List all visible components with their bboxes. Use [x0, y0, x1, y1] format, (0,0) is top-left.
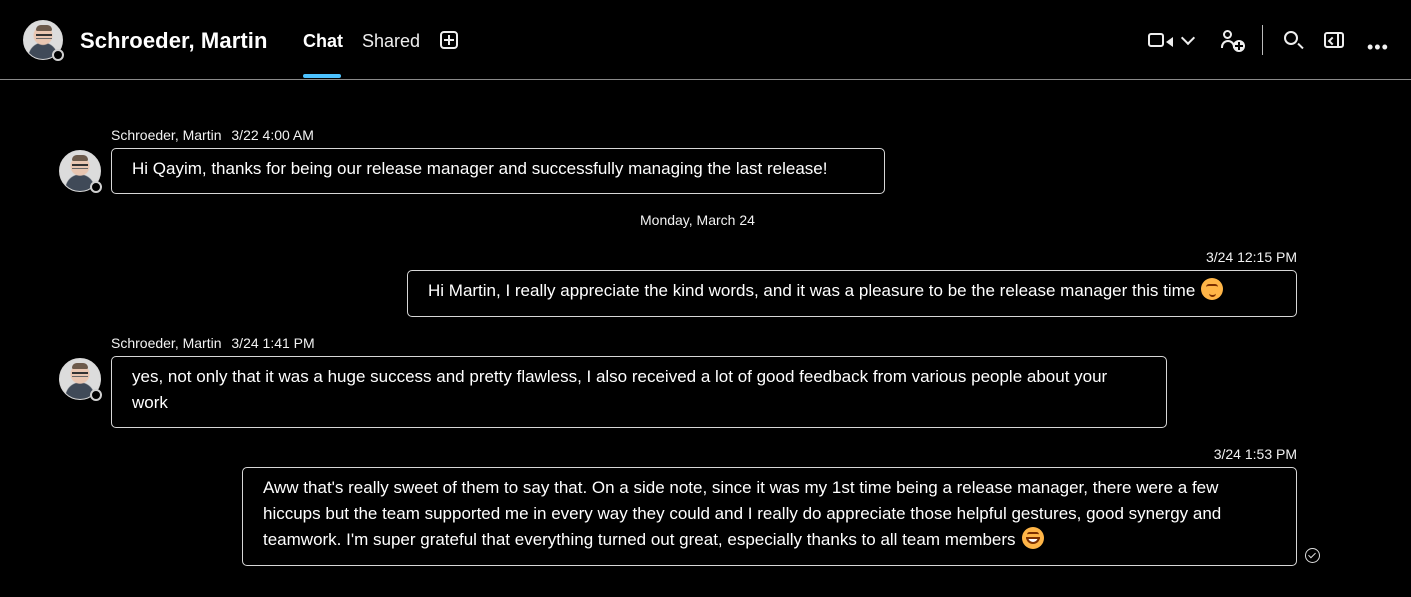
message-meta: Schroeder, Martin 3/22 4:00 AM: [111, 127, 314, 143]
search-icon[interactable]: [1284, 31, 1298, 45]
outgoing-message-bubble[interactable]: Aww that's really sweet of them to say t…: [242, 467, 1297, 566]
add-people-icon[interactable]: [1221, 30, 1245, 52]
incoming-message-bubble[interactable]: yes, not only that it was a huge success…: [111, 356, 1167, 428]
sender-avatar[interactable]: [59, 150, 102, 193]
presence-status-icon: [90, 181, 102, 193]
avatar-hair: [72, 363, 88, 369]
message-timestamp: 3/24 12:15 PM: [1205, 249, 1297, 265]
avatar-glasses: [72, 164, 88, 169]
sender-name: Schroeder, Martin: [111, 335, 222, 351]
message-timestamp: 3/24 1:41 PM: [231, 335, 315, 351]
toolbar-divider: [1262, 25, 1263, 55]
contact-avatar[interactable]: [23, 20, 64, 61]
message-timestamp: 3/22 4:00 AM: [231, 127, 314, 143]
chat-header: Schroeder, Martin Chat Shared •••: [0, 0, 1411, 80]
sender-name: Schroeder, Martin: [111, 127, 222, 143]
more-options-icon[interactable]: •••: [1367, 38, 1389, 56]
message-text: yes, not only that it was a huge success…: [132, 367, 1108, 412]
contact-name[interactable]: Schroeder, Martin: [80, 28, 268, 54]
message-text: Hi Qayim, thanks for being our release m…: [132, 159, 828, 178]
message-text: Hi Martin, I really appreciate the kind …: [428, 281, 1196, 300]
message-meta: Schroeder, Martin 3/24 1:41 PM: [111, 335, 315, 351]
video-call-icon[interactable]: [1148, 33, 1173, 47]
chevron-down-icon[interactable]: [1180, 30, 1196, 46]
read-receipt-icon: [1305, 548, 1320, 563]
add-tab-icon[interactable]: [440, 31, 458, 49]
incoming-message-bubble[interactable]: Hi Qayim, thanks for being our release m…: [111, 148, 885, 194]
grinning-emoji-icon: [1021, 527, 1044, 549]
blushing-smile-emoji-icon: [1201, 278, 1224, 300]
outgoing-message-bubble[interactable]: Hi Martin, I really appreciate the kind …: [407, 270, 1297, 317]
avatar-hair: [72, 155, 88, 161]
presence-status-icon: [52, 49, 64, 61]
sender-avatar[interactable]: [59, 358, 102, 401]
person-head-shape: [1223, 30, 1232, 39]
message-text: Aww that's really sweet of them to say t…: [263, 478, 1222, 549]
date-separator: Monday, March 24: [640, 212, 755, 228]
avatar-glasses: [72, 372, 88, 377]
avatar-glasses: [36, 34, 52, 39]
active-tab-indicator: [303, 74, 341, 78]
tab-shared[interactable]: Shared: [362, 31, 420, 52]
message-timestamp: 3/24 1:53 PM: [1213, 446, 1297, 462]
plus-badge-icon: [1233, 40, 1245, 52]
avatar-hair: [36, 25, 52, 31]
presence-status-icon: [90, 389, 102, 401]
tab-chat[interactable]: Chat: [303, 31, 343, 52]
side-panel-icon[interactable]: [1324, 32, 1344, 48]
